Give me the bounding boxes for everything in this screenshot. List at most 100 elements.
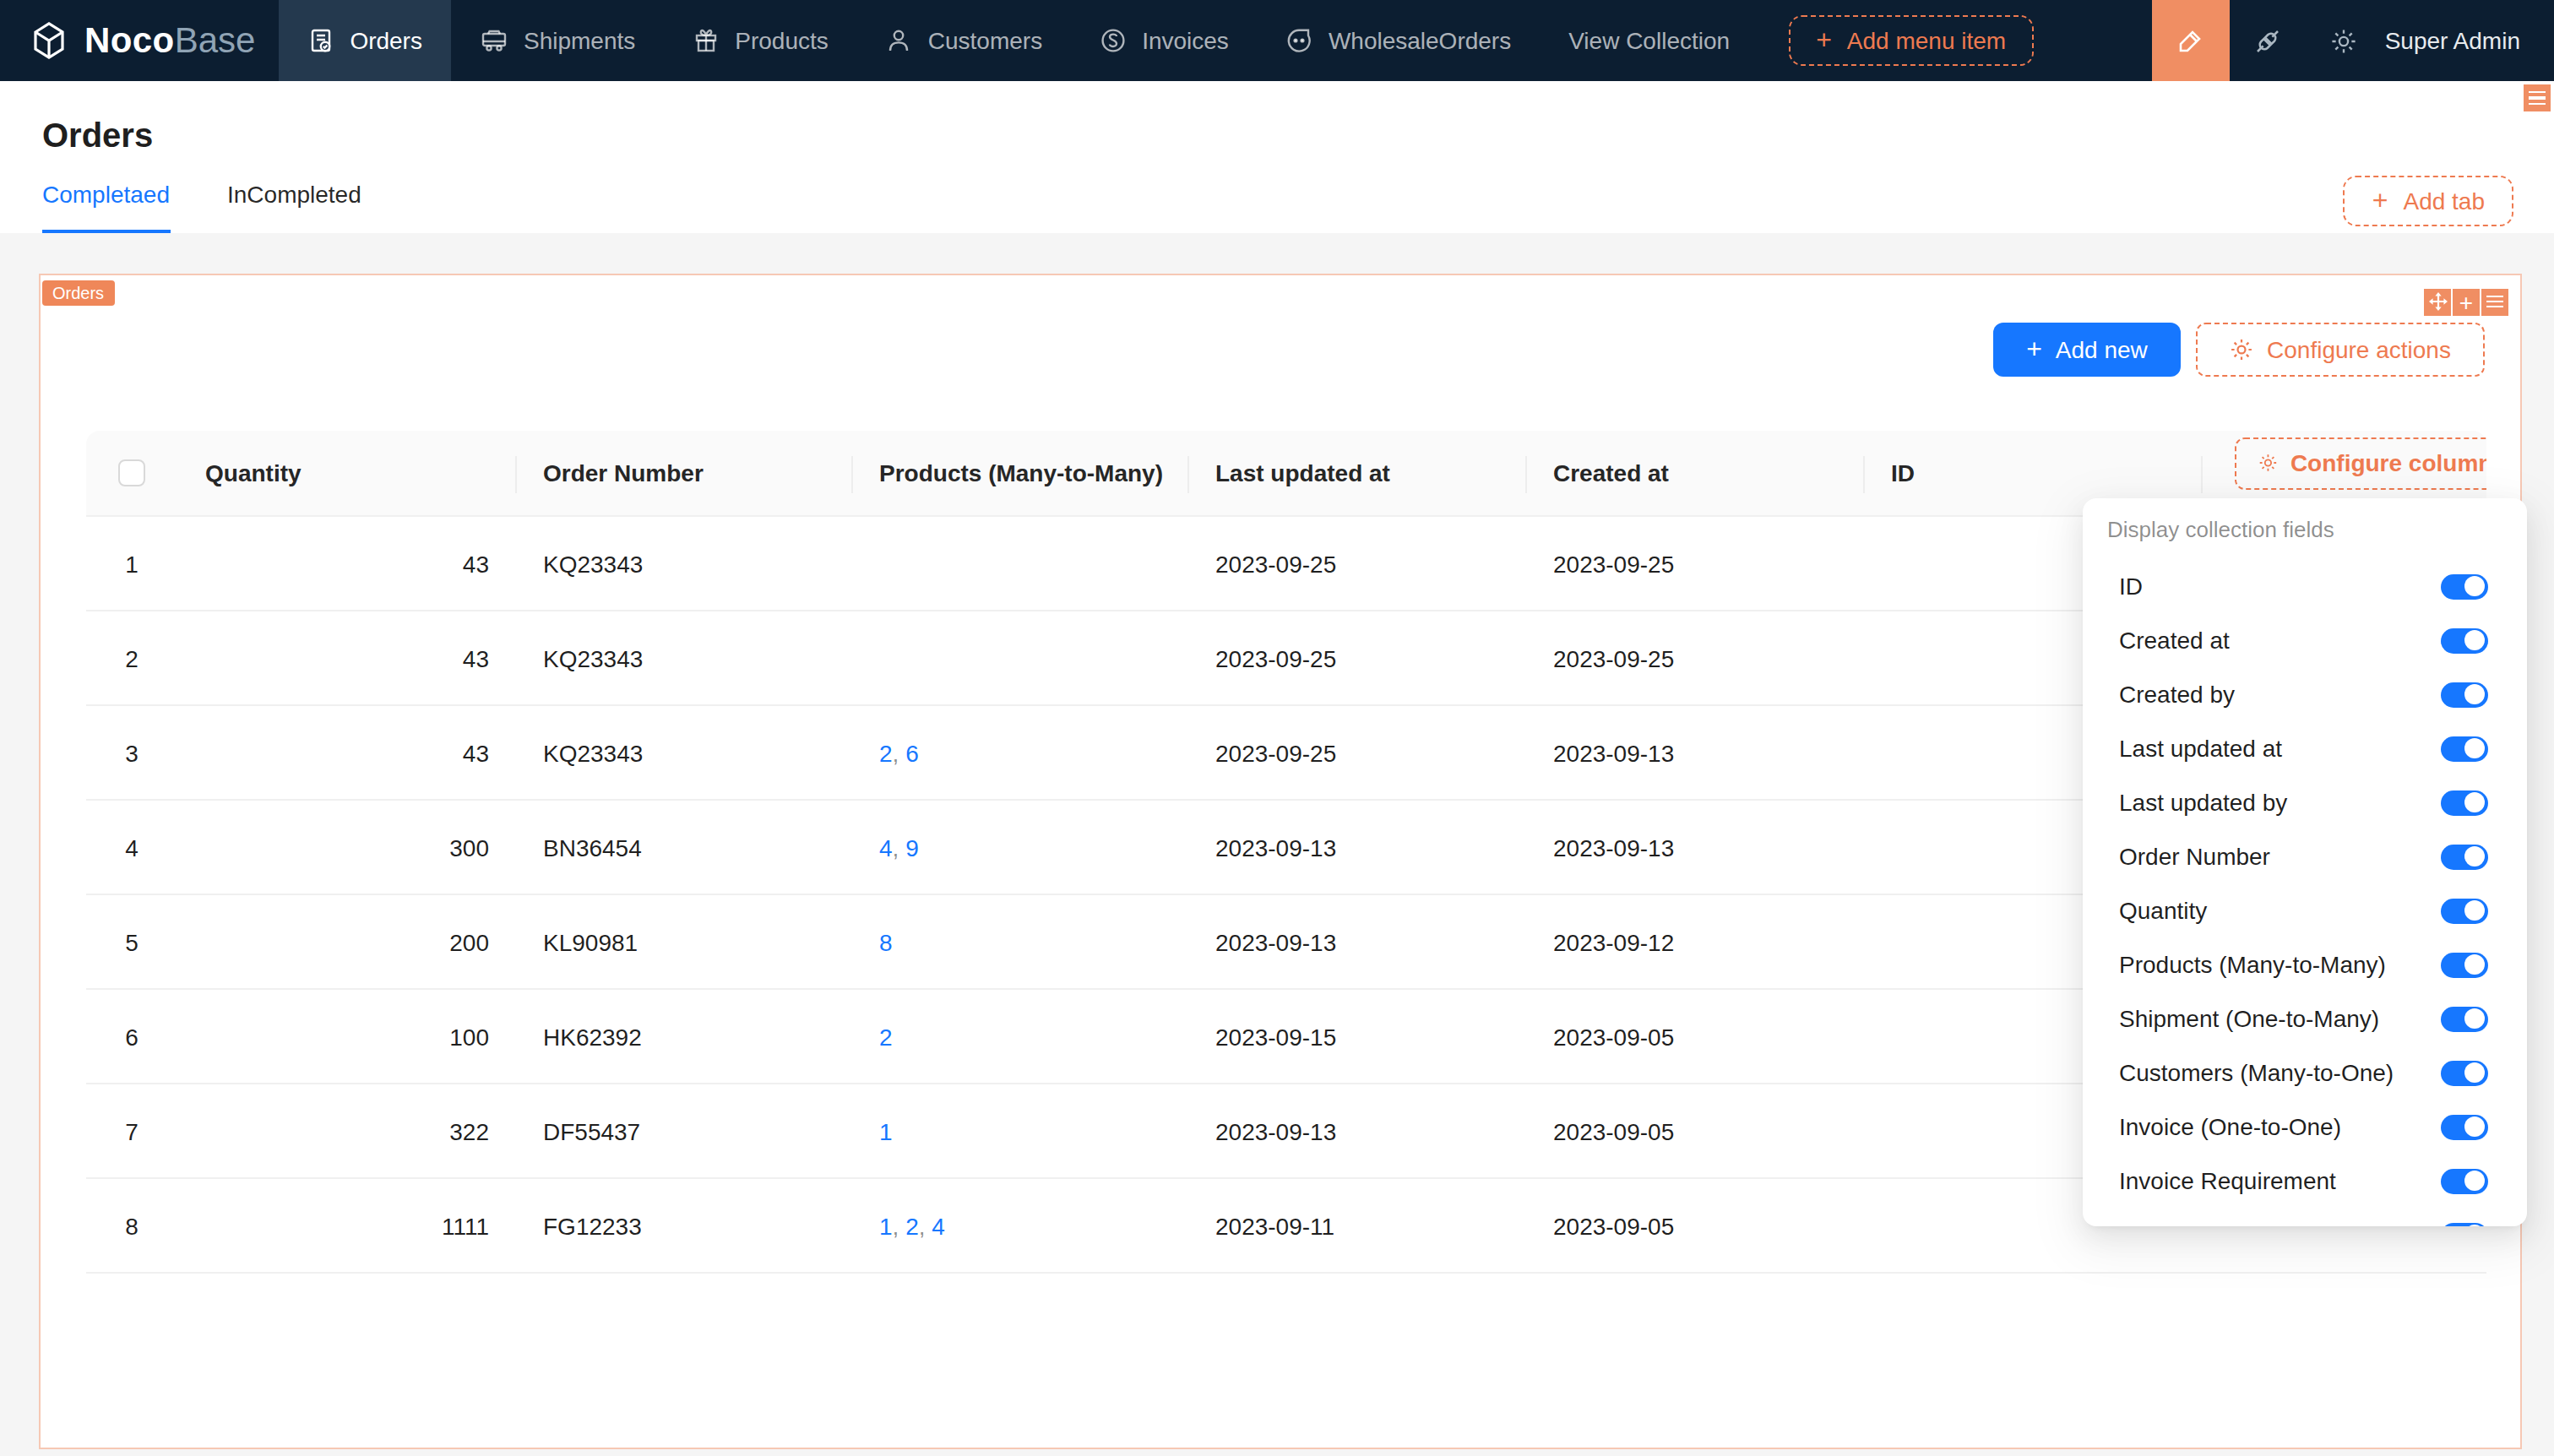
field-toggle-created-by[interactable]: Created by xyxy=(2082,667,2527,721)
add-block-icon[interactable]: + xyxy=(2453,288,2480,315)
plus-icon: + xyxy=(1816,27,1832,54)
add-menu-item-button[interactable]: +Add menu item xyxy=(1789,15,2033,66)
select-all-checkbox[interactable] xyxy=(118,459,145,486)
settings-button[interactable] xyxy=(2306,0,2382,81)
product-link[interactable]: 6 xyxy=(905,739,919,766)
tab-incompleted[interactable]: InCompleted xyxy=(227,181,361,233)
toggle-switch[interactable] xyxy=(2440,844,2487,869)
row-index-cell: 2 xyxy=(85,611,178,704)
product-link[interactable]: 4 xyxy=(932,1212,945,1239)
field-toggle-last-updated-at[interactable]: Last updated at xyxy=(2082,721,2527,775)
order-number-cell: KL90981 xyxy=(516,895,852,988)
toggle-switch[interactable] xyxy=(2440,627,2487,653)
product-link[interactable]: 2 xyxy=(879,739,893,766)
add-new-button[interactable]: +Add new xyxy=(1993,322,2181,376)
row-index-cell: 8 xyxy=(85,1179,178,1272)
toggle-switch[interactable] xyxy=(2440,790,2487,815)
truck-icon xyxy=(480,27,508,54)
column-header-created-at[interactable]: Created at xyxy=(1526,431,1864,515)
app-root: NocoBase OrdersShipmentsProductsCustomer… xyxy=(0,0,2554,1456)
nav-item-wholesaleorders[interactable]: WholesaleOrders xyxy=(1258,0,1540,81)
order-number-cell: FG12233 xyxy=(516,1179,852,1272)
last-updated-cell: 2023-09-13 xyxy=(1188,895,1526,988)
product-link[interactable]: 1 xyxy=(879,1212,893,1239)
field-toggle-id[interactable]: ID xyxy=(2082,559,2527,613)
block-designer-toolbar: + xyxy=(2424,288,2508,315)
plugin-manager-button[interactable] xyxy=(2230,0,2306,81)
field-toggle-customers-many-to-one-[interactable]: Customers (Many-to-One) xyxy=(2082,1046,2527,1100)
nav-item-view-collection[interactable]: View Collection xyxy=(1540,0,1758,81)
toggle-switch[interactable] xyxy=(2440,1114,2487,1139)
field-toggle-order-number[interactable]: Order Number xyxy=(2082,829,2527,883)
toggle-switch[interactable] xyxy=(2440,573,2487,599)
column-header-quantity[interactable]: Quantity xyxy=(178,431,516,515)
gear-icon xyxy=(2258,452,2277,475)
toggle-switch[interactable] xyxy=(2440,898,2487,923)
field-toggle-invoice-requirement[interactable]: Invoice Requirement xyxy=(2082,1154,2527,1208)
field-toggle-invoice-one-to-one-[interactable]: Invoice (One-to-One) xyxy=(2082,1100,2527,1154)
toggle-switch[interactable] xyxy=(2440,952,2487,977)
configure-actions-button[interactable]: Configure actions xyxy=(2196,322,2485,376)
created-cell: 2023-09-05 xyxy=(1526,1179,1864,1272)
field-toggle-shipment-one-to-many-[interactable]: Shipment (One-to-Many) xyxy=(2082,991,2527,1046)
last-updated-cell: 2023-09-15 xyxy=(1188,990,1526,1083)
navbar-right: Super Admin xyxy=(2152,0,2554,81)
tab-completaed[interactable]: Completaed xyxy=(42,181,170,233)
products-cell: 2, 6 xyxy=(852,706,1188,799)
toggle-switch[interactable] xyxy=(2440,1006,2487,1031)
column-header-products[interactable]: Products (Many-to-Many) xyxy=(852,431,1188,515)
product-link[interactable]: 1 xyxy=(879,1117,893,1144)
column-header-order-number[interactable]: Order Number xyxy=(516,431,852,515)
nav-item-shipments[interactable]: Shipments xyxy=(451,0,664,81)
ui-editor-button[interactable] xyxy=(2152,0,2230,81)
field-toggle-last-updated-by[interactable]: Last updated by xyxy=(2082,775,2527,829)
toggle-switch[interactable] xyxy=(2440,1168,2487,1193)
user-menu[interactable]: Super Admin xyxy=(2385,27,2520,54)
display-fields-dropdown: Display collection fields IDCreated atCr… xyxy=(2082,498,2527,1226)
nav-item-products[interactable]: Products xyxy=(664,0,857,81)
last-updated-cell: 2023-09-25 xyxy=(1188,706,1526,799)
products-cell xyxy=(852,517,1188,610)
nav-item-orders[interactable]: Orders xyxy=(279,0,451,81)
nocobase-logo[interactable]: NocoBase xyxy=(0,19,279,62)
field-toggle-created-at[interactable]: Created at xyxy=(2082,613,2527,667)
toggle-switch[interactable] xyxy=(2440,736,2487,761)
toggle-switch[interactable] xyxy=(2440,1222,2487,1226)
quantity-cell: 100 xyxy=(178,990,516,1083)
block-menu-icon[interactable] xyxy=(2481,288,2508,315)
product-link[interactable]: 2 xyxy=(905,1212,919,1239)
nav-item-customers[interactable]: Customers xyxy=(857,0,1071,81)
toggle-switch[interactable] xyxy=(2440,1060,2487,1085)
product-link[interactable]: 9 xyxy=(905,834,919,861)
products-cell: 8 xyxy=(852,895,1188,988)
block-collection-badge: Orders xyxy=(42,280,114,305)
logo-text-light: Base xyxy=(175,20,256,61)
logo-text-bold: Noco xyxy=(84,20,175,61)
gear-icon xyxy=(2329,26,2358,55)
dropdown-item-partial[interactable] xyxy=(2082,1208,2527,1226)
order-number-cell: KQ23343 xyxy=(516,706,852,799)
products-cell: 1 xyxy=(852,1084,1188,1177)
drag-handle-icon[interactable] xyxy=(2424,288,2451,315)
product-link[interactable]: 8 xyxy=(879,928,893,955)
nav-item-invoices[interactable]: Invoices xyxy=(1071,0,1258,81)
last-updated-cell: 2023-09-11 xyxy=(1188,1179,1526,1272)
field-toggle-products-many-to-many-[interactable]: Products (Many-to-Many) xyxy=(2082,937,2527,991)
last-updated-cell: 2023-09-13 xyxy=(1188,1084,1526,1177)
row-index-cell: 1 xyxy=(85,517,178,610)
quantity-cell: 1111 xyxy=(178,1179,516,1272)
product-link[interactable]: 2 xyxy=(879,1023,893,1050)
row-index-cell: 3 xyxy=(85,706,178,799)
orders-icon xyxy=(307,27,334,54)
product-link[interactable]: 4 xyxy=(879,834,893,861)
add-tab-button[interactable]: +Add tab xyxy=(2344,176,2513,226)
products-cell: 2 xyxy=(852,990,1188,1083)
field-toggle-quantity[interactable]: Quantity xyxy=(2082,883,2527,937)
page-menu-toggle[interactable] xyxy=(2524,84,2551,111)
page-title: Orders xyxy=(42,117,153,155)
column-header-last-updated-at[interactable]: Last updated at xyxy=(1188,431,1526,515)
toggle-switch[interactable] xyxy=(2440,682,2487,707)
order-number-cell: DF55437 xyxy=(516,1084,852,1177)
quantity-cell: 43 xyxy=(178,517,516,610)
configure-columns-button[interactable]: Configure columns xyxy=(2234,437,2486,490)
